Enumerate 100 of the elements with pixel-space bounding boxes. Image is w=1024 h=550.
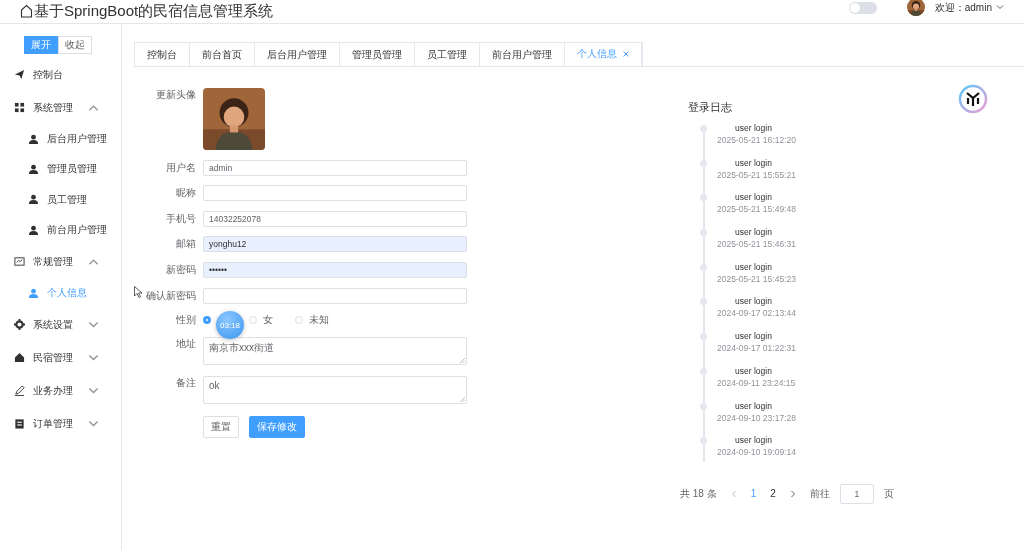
tab[interactable]: 后台用户管理: [255, 43, 340, 66]
grid-icon: [14, 102, 25, 113]
input-field[interactable]: admin: [203, 159, 467, 176]
logo-icon[interactable]: [958, 84, 988, 114]
house-icon: [14, 352, 25, 364]
chevron-icon: [88, 352, 99, 364]
input-field[interactable]: yonghu12: [203, 236, 467, 253]
timeline-dot: [700, 367, 707, 375]
timer-badge: 03:18: [216, 311, 244, 339]
person-icon: [28, 133, 39, 145]
chevron-icon: [88, 418, 99, 430]
text-area[interactable]: ok: [203, 376, 467, 405]
user-menu[interactable]: 欢迎：admin: [934, 1, 992, 15]
log-event: user login: [735, 192, 773, 204]
log-time: 2025-05-21 15:55:21: [717, 168, 797, 182]
log-event: user login: [735, 227, 773, 239]
person-icon: [28, 287, 39, 299]
timeline-dot: [700, 263, 707, 271]
person-icon: [28, 163, 39, 175]
toggle-switch[interactable]: [848, 2, 877, 14]
radio-label: 女: [263, 313, 273, 328]
menu-item[interactable]: 后台用户管理: [0, 124, 121, 155]
page-input[interactable]: 1: [839, 483, 874, 504]
page-number[interactable]: 2: [770, 488, 776, 500]
text-area[interactable]: 南京市xxx街道: [203, 336, 467, 365]
menu-item[interactable]: 管理员管理: [0, 154, 121, 185]
tab[interactable]: 员工管理: [415, 43, 480, 66]
timeline-dot: [700, 298, 707, 306]
log-time: 2025-05-21 15:46:31: [717, 238, 797, 252]
chevron-icon: [88, 102, 99, 113]
log-time: 2025-05-21 15:45:23: [717, 272, 797, 286]
field-label: 用户名: [166, 160, 196, 175]
log-event: user login: [735, 123, 773, 134]
log-time: 2024-09-10 23:17:28: [717, 411, 797, 425]
menu-item[interactable]: 系统管理: [0, 91, 121, 124]
log-event: user login: [735, 296, 773, 308]
timeline-dot: [700, 229, 707, 237]
toggle-button[interactable]: 收起: [57, 36, 92, 54]
reset-button[interactable]: 重置: [203, 415, 239, 438]
caret-icon[interactable]: [996, 4, 1004, 10]
pen-icon: [14, 385, 25, 397]
person-icon: [28, 194, 39, 206]
clipboard-icon: [14, 418, 25, 430]
menu-item[interactable]: 常规管理: [0, 245, 121, 279]
menu-item[interactable]: 业务办理: [0, 374, 121, 408]
log-time: 2024-09-17 02:13:44: [717, 307, 797, 321]
app-title: 基于SpringBoot的民宿信息管理系统: [20, 2, 274, 19]
resize-handle-icon[interactable]: [460, 357, 465, 363]
log-event: user login: [735, 157, 773, 169]
next-icon[interactable]: [789, 489, 796, 498]
timeline-dot: [700, 125, 707, 132]
chart-card-icon: [14, 256, 25, 268]
prev-icon[interactable]: [730, 489, 737, 498]
total-count: 共 18 条: [680, 486, 717, 501]
log-event: user login: [735, 365, 773, 377]
log-event: user login: [735, 331, 773, 343]
input-field[interactable]: [203, 185, 467, 202]
field-label: 确认新密码: [146, 288, 196, 303]
radio-button[interactable]: [203, 316, 211, 325]
field-label: 性别: [176, 313, 196, 328]
field-label: 更新头像: [156, 88, 196, 102]
menu-item[interactable]: 前台用户管理: [0, 214, 121, 246]
log-time: 2025-05-21 15:49:48: [717, 203, 797, 217]
chevron-icon: [88, 319, 99, 331]
log-event: user login: [735, 400, 773, 412]
timeline-dot: [700, 194, 707, 202]
menu-item[interactable]: 系统设置: [0, 308, 121, 342]
paper-plane-icon: [14, 69, 25, 80]
field-label: 新密码: [166, 262, 196, 277]
home-icon: [20, 3, 33, 18]
tab[interactable]: 控制台: [135, 43, 190, 66]
radio-label: 未知: [309, 313, 329, 328]
timeline-dot: [700, 437, 707, 445]
log-time: 2025-05-21 16:12:20: [717, 134, 797, 147]
menu-item[interactable]: 民宿管理: [0, 341, 121, 375]
password-field[interactable]: ••••••: [203, 261, 467, 278]
menu-item[interactable]: 员工管理: [0, 184, 121, 215]
field-label: 昵称: [176, 186, 196, 201]
timeline-dot: [700, 402, 707, 410]
person-icon: [28, 224, 39, 236]
log-event: user login: [735, 435, 773, 447]
log-event: user login: [735, 261, 773, 273]
goto-label: 前往: [809, 486, 830, 501]
page-suffix: 页: [883, 486, 894, 501]
tab[interactable]: 管理员管理: [340, 43, 415, 66]
input-field[interactable]: 14032252078: [203, 210, 467, 227]
timeline-dot: [700, 333, 707, 341]
password-field[interactable]: [203, 287, 467, 304]
field-label: 手机号: [166, 211, 196, 226]
field-label: 备注: [176, 376, 196, 391]
log-time: 2024-09-17 01:22:31: [717, 342, 797, 356]
log-time: 2024-09-11 23:24:15: [717, 376, 797, 390]
tab[interactable]: 前台首页: [190, 43, 255, 66]
field-label: 邮箱: [176, 237, 196, 252]
menu-item[interactable]: 订单管理: [0, 407, 121, 441]
resize-handle-icon[interactable]: [460, 397, 465, 403]
close-icon[interactable]: [623, 51, 629, 57]
tab[interactable]: 前台用户管理: [480, 43, 565, 66]
menu-item[interactable]: 控制台: [0, 58, 121, 91]
timeline-dot: [700, 159, 707, 167]
